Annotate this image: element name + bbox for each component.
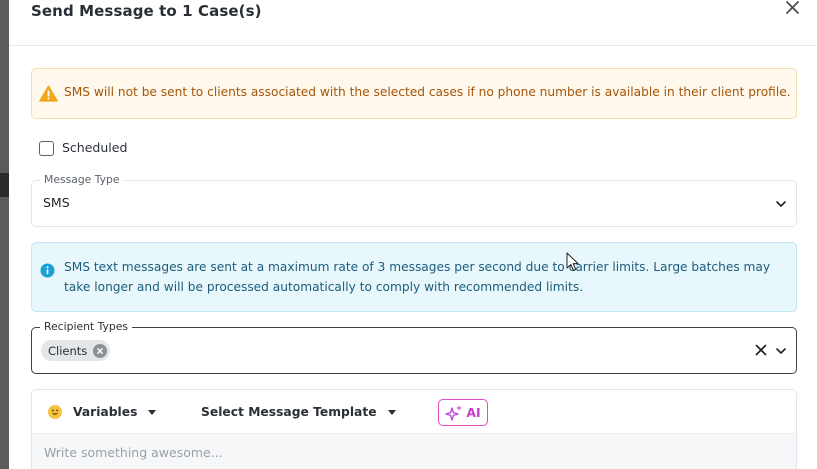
clear-selection-icon[interactable] (754, 343, 768, 357)
editor-toolbar: Variables Select Message Template AI (32, 390, 796, 434)
modal-header: Send Message to 1 Case(s) (9, 0, 817, 46)
info-text: SMS text messages are sent at a maximum … (64, 260, 771, 294)
scheduled-checkbox[interactable] (39, 141, 54, 156)
sms-warning-alert: SMS will not be sent to clients associat… (31, 68, 797, 119)
scheduled-label[interactable]: Scheduled (62, 140, 127, 155)
recipient-types-select[interactable]: Recipient Types Clients (31, 320, 797, 374)
message-editor: Variables Select Message Template AI (31, 389, 797, 469)
recipient-types-legend: Recipient Types (40, 320, 133, 333)
modal-backdrop[interactable] (0, 0, 9, 469)
ai-label: AI (466, 405, 481, 420)
close-icon (786, 1, 799, 14)
chip-remove-button[interactable] (93, 343, 108, 358)
caret-down-icon (148, 409, 157, 415)
emoji-icon (48, 405, 62, 419)
backdrop-content-fragment (0, 173, 9, 197)
close-button[interactable] (783, 0, 803, 18)
info-icon (40, 263, 55, 278)
chip-label: Clients (48, 343, 88, 358)
warning-triangle-icon (39, 85, 58, 102)
chevron-down-icon[interactable] (775, 347, 787, 355)
sms-rate-info-alert: SMS text messages are sent at a maximum … (31, 242, 797, 312)
template-label: Select Message Template (201, 405, 377, 419)
message-body-input[interactable] (44, 445, 784, 460)
caret-down-icon (387, 409, 396, 415)
modal-title: Send Message to 1 Case(s) (31, 2, 262, 20)
recipient-chip-clients: Clients (41, 340, 111, 361)
message-body-area[interactable] (32, 434, 796, 469)
sparkles-icon (445, 404, 463, 421)
message-template-dropdown[interactable]: Select Message Template (201, 390, 396, 434)
message-type-legend: Message Type (40, 173, 124, 186)
message-type-value: SMS (43, 195, 70, 210)
variables-label: Variables (73, 405, 138, 419)
variables-dropdown[interactable]: Variables (48, 390, 157, 434)
remove-icon (97, 347, 104, 354)
warning-text: SMS will not be sent to clients associat… (64, 85, 791, 99)
chevron-down-icon (776, 201, 786, 207)
message-type-select[interactable]: Message Type SMS (31, 173, 797, 227)
ai-button[interactable]: AI (438, 399, 488, 426)
send-message-modal: Send Message to 1 Case(s) SMS will not b… (9, 0, 817, 469)
